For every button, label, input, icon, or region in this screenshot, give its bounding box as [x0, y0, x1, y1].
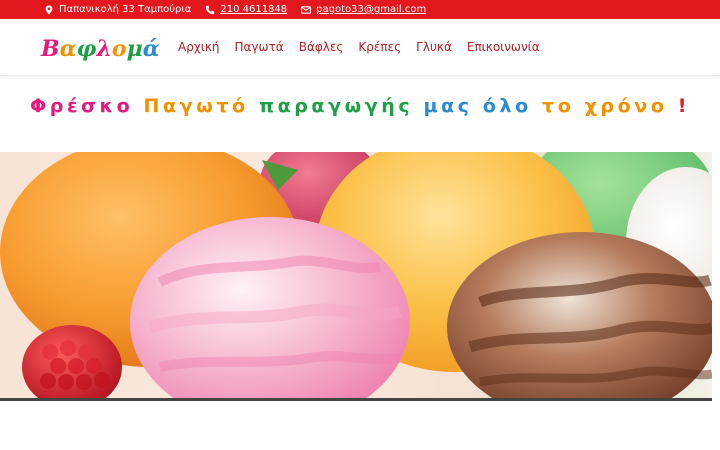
top-contact-bar: Παπανικολή 33 Ταμπούρια 210 4611848 pago…: [0, 0, 720, 19]
logo-letter: μ: [127, 36, 143, 62]
hero-divider: [0, 398, 712, 401]
slogan-word: όλο: [482, 95, 532, 117]
logo-letter: λ: [95, 36, 111, 62]
email-item[interactable]: pagoto33@gmail.com: [301, 4, 426, 15]
slogan-word: Φρέσκο: [30, 95, 134, 117]
slogan-headline: Φρέσκο Παγωτό παραγωγής μας όλο το χρόνο…: [0, 95, 720, 117]
address-item: Παπανικολή 33 Ταμπούρια: [44, 4, 191, 15]
logo-text: Βαφλομάνια: [40, 36, 160, 62]
logo-letter: ο: [112, 36, 127, 62]
ice-cream-image: [0, 152, 712, 398]
nav-item[interactable]: Αρχική: [178, 40, 220, 54]
nav-item[interactable]: Επικοινωνία: [467, 40, 540, 54]
phone-icon: [206, 5, 215, 14]
map-pin-icon: [45, 5, 53, 14]
slogan-word: το: [541, 95, 575, 117]
slogan-word: !: [677, 95, 690, 117]
slogan-word: Παγωτό: [143, 95, 249, 117]
logo-letter: ά: [143, 36, 160, 62]
slogan-word: χρόνο: [584, 95, 668, 117]
nav-item[interactable]: Παγωτά: [235, 40, 284, 54]
envelope-icon: [301, 5, 312, 14]
main-navbar: Βαφλομάνια Αρχική Παγωτά Βάφλες Κρέπες Γλυκά…: [0, 19, 720, 76]
main-menu: Αρχική Παγωτά Βάφλες Κρέπες Γλυκά Επικοινωνία: [178, 40, 555, 54]
slogan-word: μας: [423, 95, 473, 117]
logo-letter: α: [60, 36, 77, 62]
slogan-word: παραγωγής: [258, 95, 414, 117]
nav-item[interactable]: Βάφλες: [299, 40, 344, 54]
phone-item[interactable]: 210 4611848: [205, 4, 287, 15]
nav-item[interactable]: Κρέπες: [358, 40, 401, 54]
brand-logo[interactable]: Βαφλομάνια: [40, 27, 160, 67]
nav-item[interactable]: Γλυκά: [416, 40, 452, 54]
phone-link[interactable]: 210 4611848: [220, 4, 287, 15]
hero-banner: [0, 152, 712, 398]
address-text: Παπανικολή 33 Ταμπούρια: [59, 4, 192, 15]
logo-letter: Β: [40, 36, 60, 62]
logo-letter: φ: [77, 36, 97, 62]
email-link[interactable]: pagoto33@gmail.com: [316, 4, 426, 15]
